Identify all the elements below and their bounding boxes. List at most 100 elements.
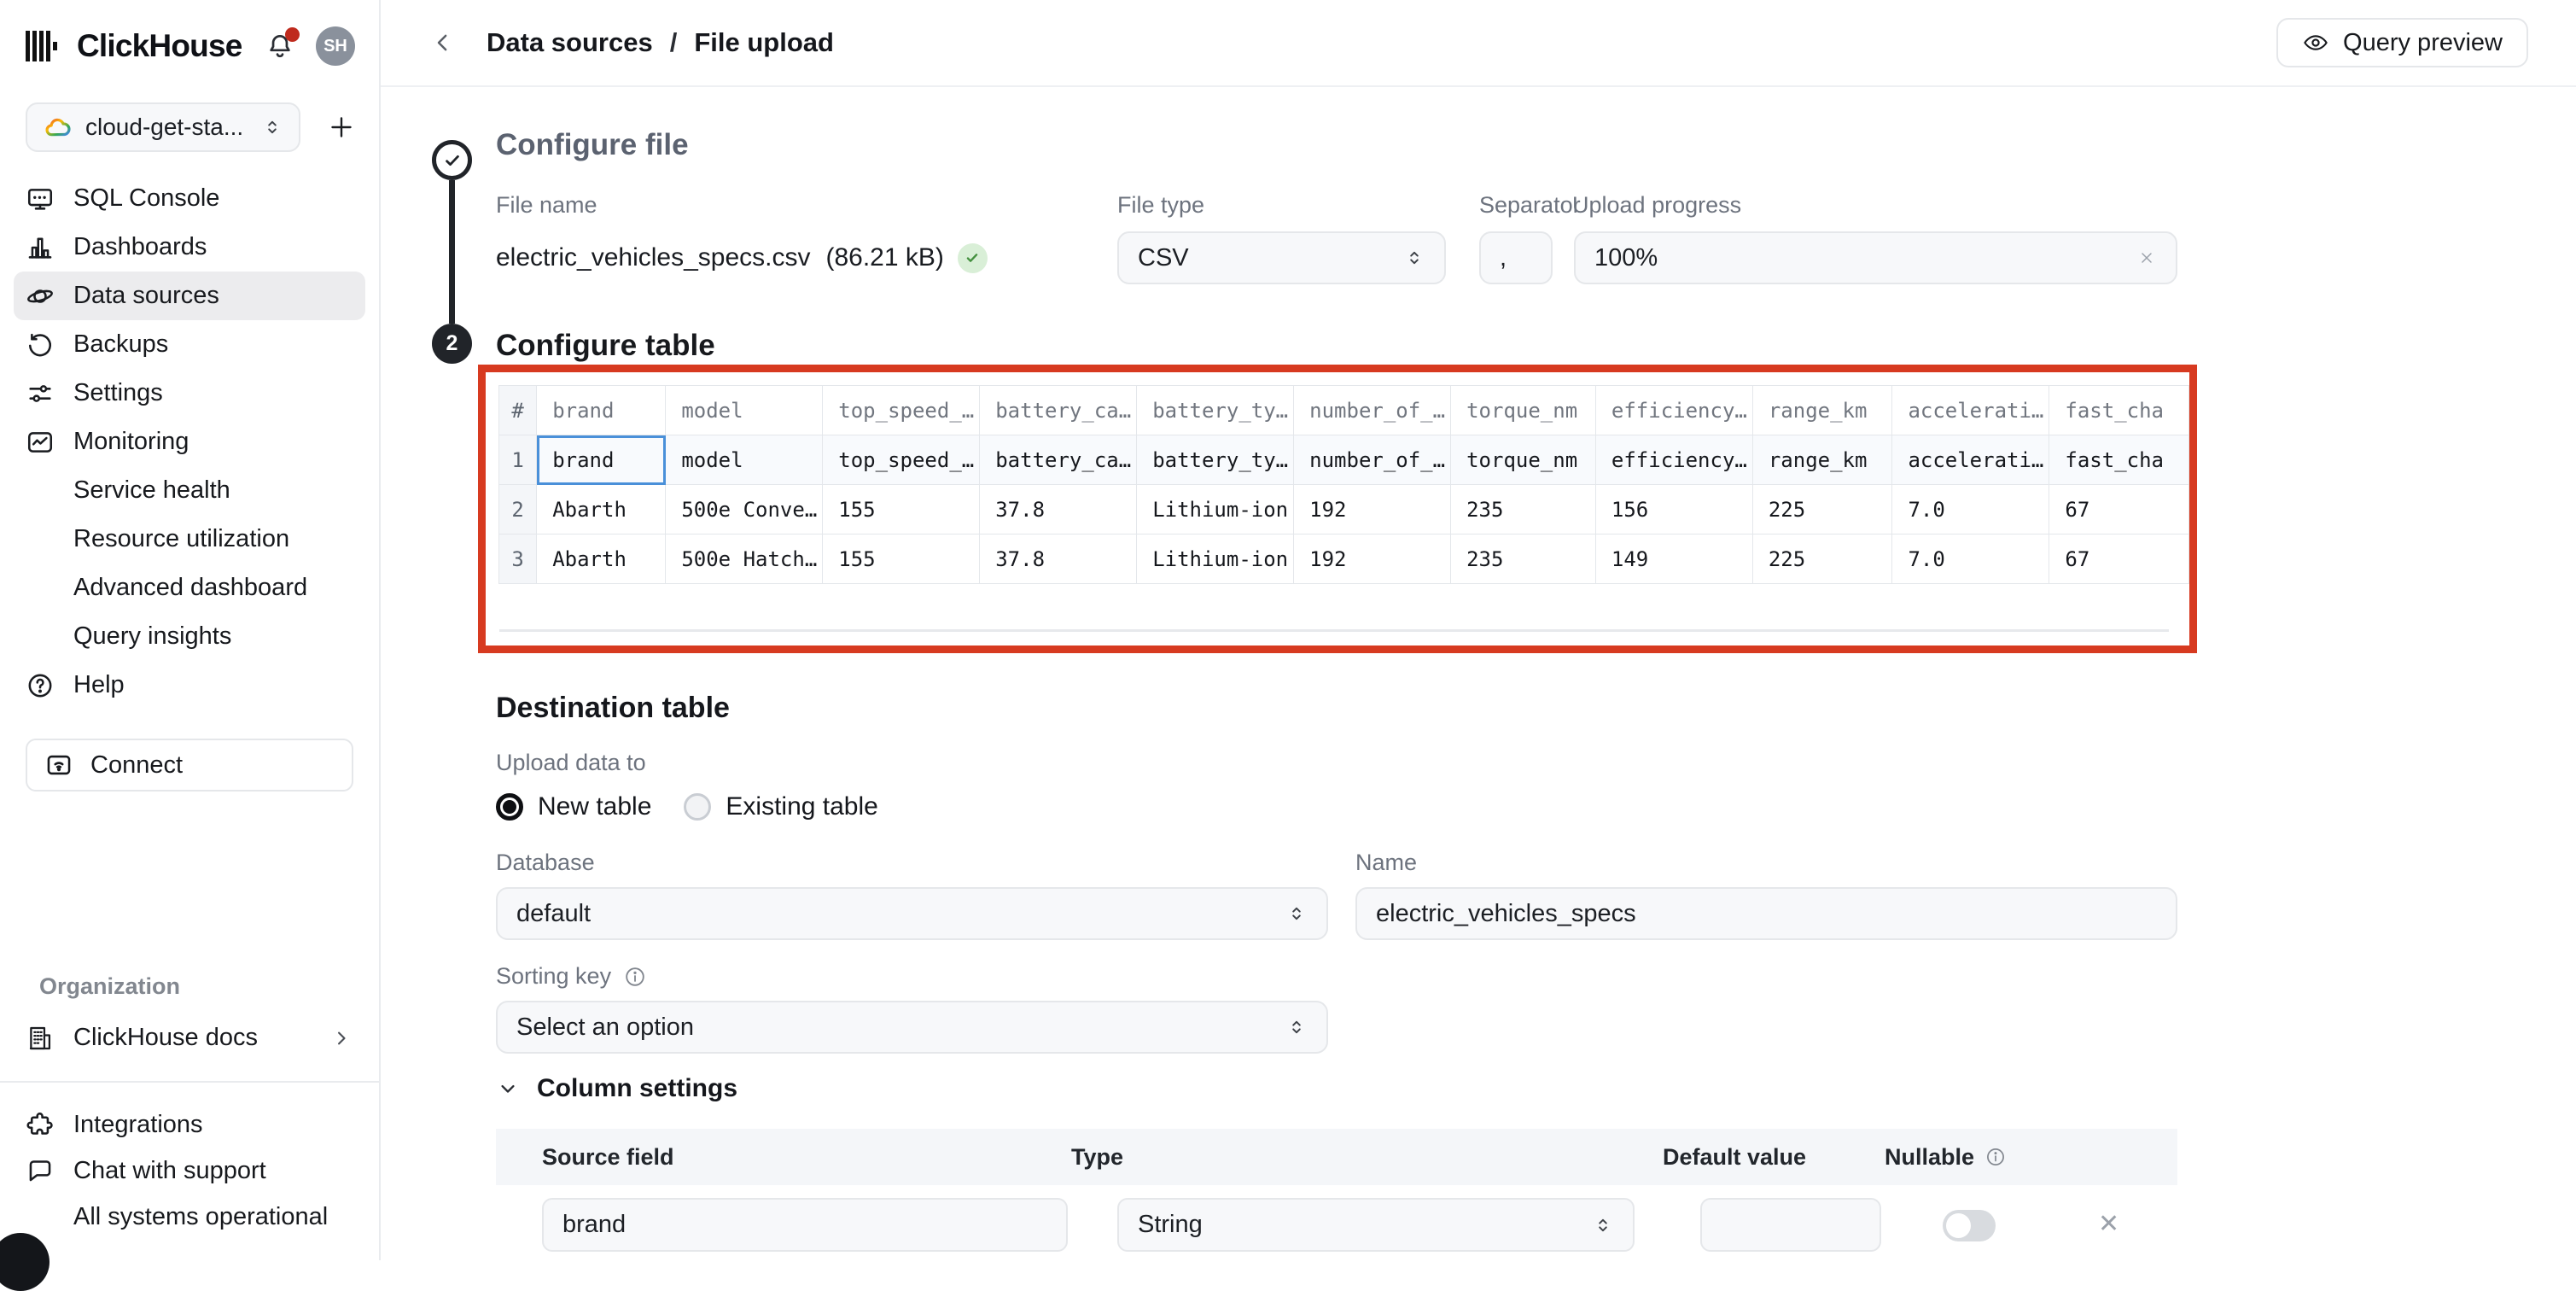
file-name-label: File name bbox=[496, 192, 597, 219]
table-cell[interactable]: 192 bbox=[1294, 535, 1451, 584]
radio-label: Existing table bbox=[726, 792, 877, 821]
file-type-select[interactable]: CSV bbox=[1117, 231, 1446, 284]
back-chevron-icon[interactable] bbox=[430, 30, 456, 55]
table-cell[interactable]: efficiency… bbox=[1595, 435, 1752, 485]
service-selector[interactable]: cloud-get-sta... bbox=[26, 102, 300, 152]
table-name-input[interactable]: electric_vehicles_specs bbox=[1355, 887, 2177, 940]
table-cell[interactable]: 37.8 bbox=[980, 485, 1137, 535]
clear-icon[interactable] bbox=[2136, 248, 2157, 268]
table-cell[interactable]: 500e Hatch… bbox=[666, 535, 823, 584]
chevron-updown-icon bbox=[261, 116, 283, 138]
table-cell[interactable]: battery_ty… bbox=[1137, 435, 1294, 485]
table-cell[interactable]: 155 bbox=[823, 485, 980, 535]
separator-label: Separator bbox=[1479, 192, 1581, 219]
table-cell[interactable]: Lithium-ion bbox=[1137, 535, 1294, 584]
sidebar-item-label: Backups bbox=[73, 330, 168, 359]
radio-unselected-icon[interactable] bbox=[684, 793, 711, 821]
table-cell[interactable]: 156 bbox=[1595, 485, 1752, 535]
column-settings-toggle[interactable]: Column settings bbox=[496, 1074, 737, 1103]
table-cell[interactable]: fast_cha bbox=[2049, 435, 2189, 485]
sidebar-item-settings[interactable]: Settings bbox=[14, 369, 365, 418]
table-cell[interactable]: 235 bbox=[1451, 535, 1596, 584]
table-cell[interactable]: number_of_… bbox=[1294, 435, 1451, 485]
upload-data-to-label: Upload data to bbox=[496, 750, 646, 776]
table-cell[interactable]: brand bbox=[537, 435, 666, 485]
sidebar-item-service-health[interactable]: Service health bbox=[14, 466, 365, 515]
sidebar-item-clickhouse-docs[interactable]: ClickHouse docs bbox=[14, 1014, 365, 1062]
table-cell[interactable]: 7.0 bbox=[1892, 485, 2049, 535]
breadcrumb-file-upload: File upload bbox=[694, 27, 834, 58]
default-value-input[interactable] bbox=[1700, 1198, 1881, 1252]
dashboards-icon bbox=[26, 233, 55, 262]
column-settings-table: Source field Type Default value Nullable… bbox=[496, 1129, 2177, 1252]
type-select[interactable]: String bbox=[1117, 1198, 1635, 1252]
table-cell[interactable]: Lithium-ion bbox=[1137, 485, 1294, 535]
add-service-button[interactable] bbox=[326, 112, 357, 143]
notifications-bell-icon[interactable] bbox=[265, 31, 295, 61]
table-cell[interactable]: 149 bbox=[1595, 535, 1752, 584]
info-icon[interactable] bbox=[623, 965, 647, 989]
table-cell[interactable]: torque_nm bbox=[1451, 435, 1596, 485]
table-cell[interactable]: 37.8 bbox=[980, 535, 1137, 584]
database-select[interactable]: default bbox=[496, 887, 1328, 940]
table-cell[interactable]: Abarth bbox=[537, 485, 666, 535]
column-header: number_of_… bbox=[1294, 386, 1451, 435]
table-cell[interactable]: battery_ca… bbox=[980, 435, 1137, 485]
sorting-key-select[interactable]: Select an option bbox=[496, 1001, 1328, 1054]
sorting-key-label-text: Sorting key bbox=[496, 963, 611, 990]
sidebar-item-label: SQL Console bbox=[73, 184, 219, 213]
table-cell[interactable]: 235 bbox=[1451, 485, 1596, 535]
breadcrumb: Data sources / File upload bbox=[487, 27, 834, 58]
nullable-toggle[interactable] bbox=[1943, 1210, 1996, 1241]
avatar[interactable]: SH bbox=[316, 26, 355, 66]
upload-progress-field[interactable]: 100% bbox=[1574, 231, 2177, 284]
connect-button[interactable]: Connect bbox=[26, 739, 353, 792]
table-preview-highlight: #brandmodeltop_speed_…battery_ca…battery… bbox=[478, 365, 2197, 653]
sidebar-item-help[interactable]: Help bbox=[14, 661, 365, 710]
configure-table-title: Configure table bbox=[496, 329, 715, 363]
radio-selected-icon[interactable] bbox=[496, 793, 523, 821]
horizontal-scrollbar[interactable] bbox=[499, 629, 2169, 632]
sidebar-item-monitoring[interactable]: Monitoring bbox=[14, 418, 365, 466]
column-header: battery_ca… bbox=[980, 386, 1137, 435]
nullable-header-text: Nullable bbox=[1885, 1144, 1974, 1171]
remove-column-icon[interactable]: ✕ bbox=[2098, 1212, 2119, 1237]
table-cell[interactable]: 500e Conve… bbox=[666, 485, 823, 535]
info-icon[interactable] bbox=[1984, 1146, 2007, 1168]
table-cell[interactable]: 7.0 bbox=[1892, 535, 2049, 584]
logo-row: ClickHouse SH bbox=[26, 20, 355, 72]
query-preview-button[interactable]: Query preview bbox=[2276, 18, 2528, 67]
breadcrumb-data-sources[interactable]: Data sources bbox=[487, 27, 653, 58]
sidebar-item-data-sources[interactable]: Data sources bbox=[14, 272, 365, 320]
table-cell[interactable]: 155 bbox=[823, 535, 980, 584]
sidebar-item-sql-console[interactable]: SQL Console bbox=[14, 174, 365, 223]
sidebar-item-label: Data sources bbox=[73, 282, 219, 310]
table-cell[interactable]: 67 bbox=[2049, 535, 2189, 584]
radio-existing-table[interactable]: Existing table bbox=[684, 792, 877, 821]
sidebar-item-chat-with-support[interactable]: Chat with support bbox=[14, 1148, 365, 1194]
table-cell[interactable]: accelerati… bbox=[1892, 435, 2049, 485]
table-cell[interactable]: model bbox=[666, 435, 823, 485]
table-cell[interactable]: top_speed_… bbox=[823, 435, 980, 485]
table-cell[interactable]: 67 bbox=[2049, 485, 2189, 535]
sidebar-item-all-systems-operational[interactable]: All systems operational bbox=[14, 1194, 365, 1240]
uploaded-file: electric_vehicles_specs.csv (86.21 kB) bbox=[496, 231, 988, 284]
table-cell[interactable]: 225 bbox=[1752, 535, 1892, 584]
table-cell[interactable]: 192 bbox=[1294, 485, 1451, 535]
source-field-input[interactable]: brand bbox=[542, 1198, 1068, 1252]
type-value: String bbox=[1138, 1211, 1203, 1239]
table-cell[interactable]: range_km bbox=[1752, 435, 1892, 485]
sidebar-item-dashboards[interactable]: Dashboards bbox=[14, 223, 365, 272]
upload-target-radios: New table Existing table bbox=[496, 787, 878, 827]
sorting-key-value: Select an option bbox=[516, 1014, 694, 1042]
separator-input[interactable]: , bbox=[1479, 231, 1553, 284]
table-cell[interactable]: Abarth bbox=[537, 535, 666, 584]
table-cell[interactable]: 225 bbox=[1752, 485, 1892, 535]
sidebar-item-integrations[interactable]: Integrations bbox=[14, 1101, 365, 1148]
chevron-updown-icon bbox=[1285, 903, 1308, 925]
sidebar-item-advanced-dashboard[interactable]: Advanced dashboard bbox=[14, 564, 365, 612]
sidebar-item-backups[interactable]: Backups bbox=[14, 320, 365, 369]
sidebar-item-query-insights[interactable]: Query insights bbox=[14, 612, 365, 661]
sidebar-item-resource-utilization[interactable]: Resource utilization bbox=[14, 515, 365, 564]
radio-new-table[interactable]: New table bbox=[496, 792, 651, 821]
